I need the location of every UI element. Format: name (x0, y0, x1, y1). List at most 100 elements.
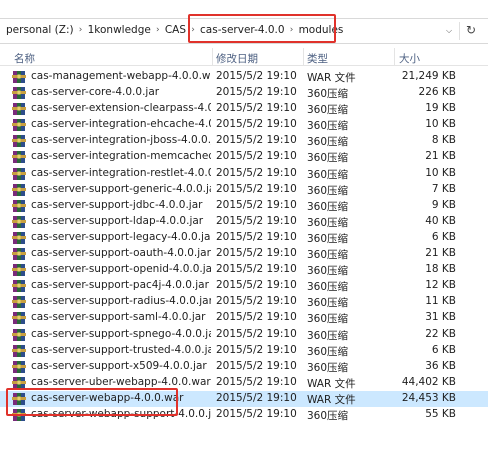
file-date: 2015/5/2 19:10 (216, 198, 297, 211)
file-size: 22 KB (425, 327, 456, 340)
file-name: cas-server-support-legacy-4.0.0.jar (31, 230, 211, 243)
file-type: 360压缩 (307, 297, 349, 310)
file-row[interactable]: cas-server-integration-memcached-4.... 20… (0, 149, 488, 165)
file-name: cas-server-integration-ehcache-4.0.0.... (31, 118, 211, 131)
file-row[interactable]: cas-server-integration-jboss-4.0.0.jar 20… (0, 133, 488, 149)
breadcrumb-item-modules[interactable]: modules (299, 24, 344, 36)
file-date: 2015/5/2 19:10 (216, 102, 297, 115)
breadcrumb-item-cas[interactable]: CAS (165, 24, 186, 36)
column-divider[interactable] (303, 48, 304, 66)
file-row[interactable]: cas-server-support-trusted-4.0.0.jar 2015… (0, 343, 488, 359)
file-row[interactable]: cas-server-support-ldap-4.0.0.jar 2015/5/… (0, 214, 488, 230)
chevron-right-icon[interactable]: › (74, 25, 88, 35)
file-name: cas-management-webapp-4.0.0.war (31, 70, 211, 82)
file-row[interactable]: cas-server-uber-webapp-4.0.0.war 2015/5/2… (0, 375, 488, 391)
chevron-right-icon[interactable]: › (285, 25, 299, 35)
file-type: 360压缩 (307, 281, 349, 294)
column-divider[interactable] (212, 48, 213, 66)
breadcrumb-item-knowledge[interactable]: 1konwledge (88, 24, 151, 36)
file-type: 360压缩 (307, 168, 349, 181)
file-row[interactable]: cas-server-support-spnego-4.0.0.jar 2015/… (0, 327, 488, 343)
file-type: 360压缩 (307, 200, 349, 213)
file-row[interactable]: cas-server-support-saml-4.0.0.jar 2015/5/… (0, 310, 488, 326)
file-size: 40 KB (425, 214, 456, 227)
address-bar[interactable]: personal (Z:) › 1konwledge › CAS › cas-s… (0, 18, 488, 44)
column-header-name[interactable]: 名称 (14, 51, 35, 66)
winrar-archive-icon (12, 231, 26, 245)
file-row[interactable]: cas-management-webapp-4.0.0.war 2015/5/2 … (0, 69, 488, 85)
file-size: 21,249 KB (401, 70, 456, 82)
file-row[interactable]: cas-server-support-openid-4.0.0.jar 2015/… (0, 262, 488, 278)
file-size: 10 KB (425, 166, 456, 179)
file-row[interactable]: cas-server-integration-restlet-4.0.0.jar… (0, 166, 488, 182)
file-row[interactable]: cas-server-support-x509-4.0.0.jar 2015/5/… (0, 359, 488, 375)
file-type: 360压缩 (307, 361, 349, 374)
chevron-right-icon[interactable]: › (186, 25, 200, 35)
chevron-down-icon[interactable]: ⌵ (446, 26, 456, 36)
refresh-icon[interactable]: ↻ (464, 23, 478, 39)
winrar-archive-icon (12, 263, 26, 277)
file-date: 2015/5/2 19:10 (216, 359, 297, 372)
file-size: 36 KB (425, 359, 456, 372)
column-header-row: 名称 修改日期 类型 大小 (0, 48, 488, 66)
winrar-archive-icon (12, 134, 26, 148)
file-name: cas-server-support-pac4j-4.0.0.jar (31, 279, 209, 292)
file-date: 2015/5/2 19:10 (216, 311, 297, 324)
file-date: 2015/5/2 19:10 (216, 214, 297, 227)
file-name: cas-server-webapp-support-4.0.0.jar (31, 407, 211, 420)
column-header-size[interactable]: 大小 (399, 51, 420, 66)
column-header-type[interactable]: 类型 (307, 51, 328, 66)
file-row[interactable]: cas-server-support-oauth-4.0.0.jar 2015/5… (0, 246, 488, 262)
column-header-date[interactable]: 修改日期 (216, 51, 258, 66)
file-date: 2015/5/2 19:10 (216, 263, 297, 276)
divider (459, 22, 460, 40)
file-size: 21 KB (425, 150, 456, 163)
file-name: cas-server-support-jdbc-4.0.0.jar (31, 198, 203, 211)
file-row[interactable]: cas-server-support-legacy-4.0.0.jar 2015/… (0, 230, 488, 246)
file-row[interactable]: cas-server-support-jdbc-4.0.0.jar 2015/5/… (0, 198, 488, 214)
file-type: 360压缩 (307, 120, 349, 133)
file-type: 360压缩 (307, 232, 349, 245)
file-type: 360压缩 (307, 216, 349, 229)
file-size: 31 KB (425, 311, 456, 324)
breadcrumb-item-cas-server[interactable]: cas-server-4.0.0 (200, 24, 285, 36)
file-type: 360压缩 (307, 329, 349, 342)
file-size: 7 KB (431, 182, 456, 195)
file-name: cas-server-support-radius-4.0.0.jar (31, 295, 211, 308)
file-type: WAR 文件 (307, 377, 356, 390)
column-divider[interactable] (394, 48, 395, 66)
winrar-archive-icon (12, 392, 26, 406)
winrar-archive-icon (12, 376, 26, 390)
file-name: cas-server-extension-clearpass-4.0.0.... (31, 102, 211, 115)
file-date: 2015/5/2 19:10 (216, 327, 297, 340)
winrar-archive-icon (12, 70, 26, 84)
breadcrumb-item-drive[interactable]: personal (Z:) (6, 24, 74, 36)
file-date: 2015/5/2 19:10 (216, 247, 297, 260)
file-row[interactable]: cas-server-integration-ehcache-4.0.0....… (0, 117, 488, 133)
file-row[interactable]: cas-server-support-pac4j-4.0.0.jar 2015/5… (0, 278, 488, 294)
file-name: cas-server-support-ldap-4.0.0.jar (31, 214, 204, 227)
file-name: cas-server-uber-webapp-4.0.0.war (31, 375, 211, 388)
file-name: cas-server-integration-jboss-4.0.0.jar (31, 134, 211, 147)
file-type: WAR 文件 (307, 393, 356, 406)
file-row[interactable]: cas-server-support-generic-4.0.0.jar 2015… (0, 182, 488, 198)
file-date: 2015/5/2 19:10 (216, 375, 297, 388)
file-row[interactable]: cas-server-support-radius-4.0.0.jar 2015/… (0, 294, 488, 310)
file-row[interactable]: cas-server-webapp-4.0.0.war 2015/5/2 19:1… (0, 390, 488, 407)
file-row[interactable]: cas-server-extension-clearpass-4.0.0....… (0, 101, 488, 117)
file-date: 2015/5/2 19:10 (216, 182, 297, 195)
winrar-archive-icon (12, 344, 26, 358)
chevron-right-icon[interactable]: › (151, 25, 165, 35)
file-date: 2015/5/2 19:10 (216, 295, 297, 308)
file-date: 2015/5/2 19:10 (216, 86, 297, 99)
file-type: 360压缩 (307, 152, 349, 165)
file-row[interactable]: cas-server-webapp-support-4.0.0.jar 2015/… (0, 407, 488, 423)
winrar-archive-icon (12, 408, 26, 422)
file-name: cas-server-support-trusted-4.0.0.jar (31, 343, 211, 356)
file-name: cas-server-support-saml-4.0.0.jar (31, 311, 206, 324)
winrar-archive-icon (12, 247, 26, 261)
file-date: 2015/5/2 19:10 (216, 279, 297, 292)
winrar-archive-icon (12, 199, 26, 213)
file-size: 9 KB (431, 198, 456, 211)
file-row[interactable]: cas-server-core-4.0.0.jar 2015/5/2 19:10 3… (0, 85, 488, 101)
